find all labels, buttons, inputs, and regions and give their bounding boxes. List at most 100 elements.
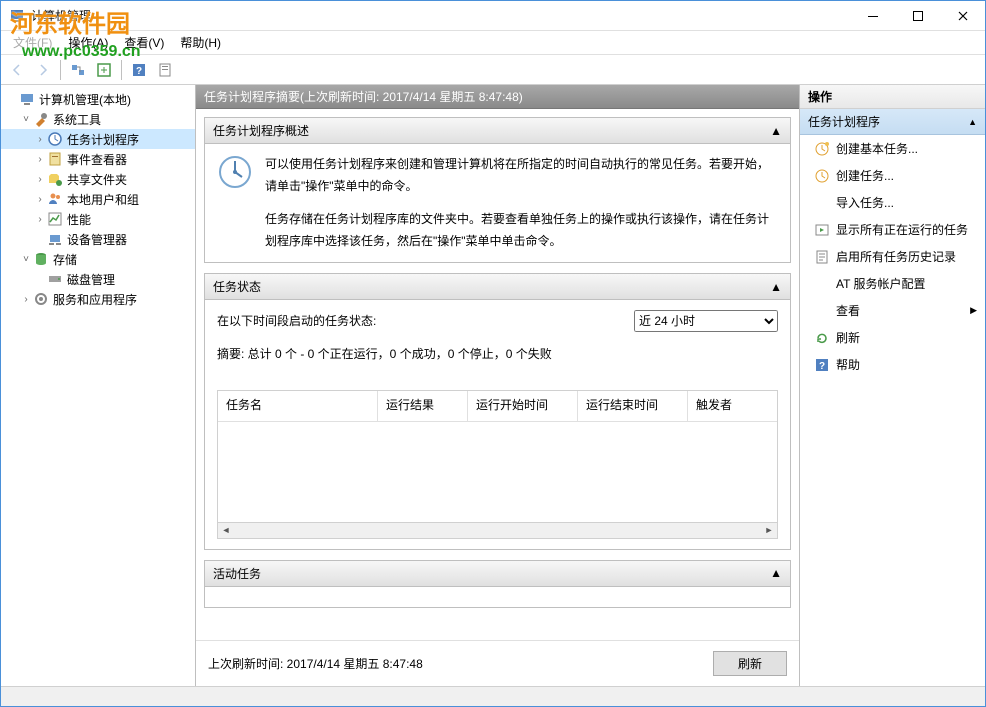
collapse-toggle[interactable]: ▲	[770, 280, 782, 294]
toolbar-help[interactable]: ?	[127, 58, 151, 82]
actions-group-header[interactable]: 任务计划程序 ▲	[800, 109, 985, 135]
tree-local-users[interactable]: › 本地用户和组	[1, 189, 195, 209]
tree-shared-folders[interactable]: › 共享文件夹	[1, 169, 195, 189]
action-view-submenu[interactable]: 查看 ▶	[800, 297, 985, 324]
collapse-toggle[interactable]: ▲	[770, 124, 782, 138]
status-range-select[interactable]: 近 24 小时	[634, 310, 778, 332]
status-title: 任务状态	[213, 278, 261, 295]
tree-device-manager[interactable]: 设备管理器	[1, 229, 195, 249]
collapse-toggle[interactable]: ▲	[770, 566, 782, 580]
action-create-basic-task[interactable]: 创建基本任务...	[800, 135, 985, 162]
share-icon	[47, 171, 63, 187]
action-refresh[interactable]: 刷新	[800, 324, 985, 351]
tree-root[interactable]: 计算机管理(本地)	[1, 89, 195, 109]
expand-icon[interactable]: ›	[33, 194, 47, 205]
blank-icon	[814, 303, 830, 319]
disk-icon	[47, 271, 63, 287]
users-icon	[47, 191, 63, 207]
action-label: 启用所有任务历史记录	[836, 248, 956, 265]
action-show-running[interactable]: 显示所有正在运行的任务	[800, 216, 985, 243]
tree-services-apps[interactable]: › 服务和应用程序	[1, 289, 195, 309]
status-summary: 摘要: 总计 0 个 - 0 个正在运行，0 个成功，0 个停止，0 个失败	[217, 344, 778, 366]
toolbar-refresh[interactable]	[92, 58, 116, 82]
storage-icon	[33, 251, 49, 267]
status-section: 任务状态 ▲ 在以下时间段启动的任务状态: 近 24 小时 摘要: 总计 0 个…	[204, 273, 791, 549]
action-at-config[interactable]: AT 服务帐户配置	[800, 270, 985, 297]
menu-file[interactable]: 文件(F)	[5, 31, 60, 54]
minimize-button[interactable]	[850, 1, 895, 31]
tree-shared-folders-label: 共享文件夹	[67, 171, 127, 188]
th-start[interactable]: 运行开始时间	[468, 391, 578, 421]
table-body[interactable]	[218, 422, 777, 522]
toolbar-separator	[60, 60, 61, 80]
tree-root-label: 计算机管理(本地)	[39, 91, 131, 108]
close-button[interactable]	[940, 1, 985, 31]
toolbar-connect[interactable]	[66, 58, 90, 82]
navigation-tree[interactable]: 计算机管理(本地) ˅ 系统工具 › 任务计划程序 › 事件查看器 › 共享文件…	[1, 85, 196, 686]
scroll-left-icon[interactable]: ◄	[218, 522, 234, 538]
menu-action[interactable]: 操作(A)	[60, 31, 116, 54]
refresh-button[interactable]: 刷新	[713, 651, 787, 676]
tree-storage-label: 存储	[53, 251, 77, 268]
tree-system-tools[interactable]: ˅ 系统工具	[1, 109, 195, 129]
active-tasks-section: 活动任务 ▲	[204, 560, 791, 608]
window-titlebar: 计算机管理	[1, 1, 985, 31]
action-enable-history[interactable]: 启用所有任务历史记录	[800, 243, 985, 270]
action-label: 创建基本任务...	[836, 140, 918, 157]
expand-icon[interactable]: ›	[33, 214, 47, 225]
collapse-toggle[interactable]: ▲	[968, 117, 977, 127]
collapse-icon[interactable]: ˅	[19, 114, 33, 125]
overview-text1: 可以使用任务计划程序来创建和管理计算机将在所指定的时间自动执行的常见任务。若要开…	[265, 154, 778, 197]
back-button[interactable]	[5, 58, 29, 82]
tree-device-manager-label: 设备管理器	[67, 231, 127, 248]
action-help[interactable]: ? 帮助	[800, 351, 985, 378]
forward-button[interactable]	[31, 58, 55, 82]
tree-storage[interactable]: ˅ 存储	[1, 249, 195, 269]
action-label: 显示所有正在运行的任务	[836, 221, 968, 238]
scroll-right-icon[interactable]: ►	[761, 522, 777, 538]
action-label: 刷新	[836, 329, 860, 346]
horizontal-scrollbar[interactable]: ◄ ►	[218, 522, 777, 538]
history-icon	[814, 249, 830, 265]
action-label: AT 服务帐户配置	[836, 275, 926, 292]
big-clock-icon	[217, 154, 253, 190]
tree-event-viewer[interactable]: › 事件查看器	[1, 149, 195, 169]
expand-icon[interactable]: ›	[33, 174, 47, 185]
device-icon	[47, 231, 63, 247]
expand-icon[interactable]: ›	[33, 154, 47, 165]
tree-disk-mgmt[interactable]: 磁盘管理	[1, 269, 195, 289]
footer-timestamp: 上次刷新时间: 2017/4/14 星期五 8:47:48	[208, 655, 423, 672]
th-end[interactable]: 运行结束时间	[578, 391, 688, 421]
action-create-task[interactable]: 创建任务...	[800, 162, 985, 189]
help-icon: ?	[814, 357, 830, 373]
tree-event-viewer-label: 事件查看器	[67, 151, 127, 168]
th-trigger[interactable]: 触发者	[688, 391, 777, 421]
running-icon	[814, 222, 830, 238]
action-import-task[interactable]: 导入任务...	[800, 189, 985, 216]
svg-text:?: ?	[819, 361, 825, 372]
clock-icon	[47, 131, 63, 147]
collapse-icon[interactable]: ˅	[19, 254, 33, 265]
menu-help[interactable]: 帮助(H)	[172, 31, 229, 54]
blank-icon	[814, 276, 830, 292]
tree-services-apps-label: 服务和应用程序	[53, 291, 137, 308]
tree-disk-mgmt-label: 磁盘管理	[67, 271, 115, 288]
expand-icon[interactable]: ›	[33, 134, 47, 145]
tree-task-scheduler-label: 任务计划程序	[67, 131, 139, 148]
event-icon	[47, 151, 63, 167]
computer-icon	[19, 91, 35, 107]
blank-icon	[814, 195, 830, 211]
menu-view[interactable]: 查看(V)	[116, 31, 172, 54]
tools-icon	[33, 111, 49, 127]
maximize-button[interactable]	[895, 1, 940, 31]
toolbar-properties[interactable]	[153, 58, 177, 82]
tree-task-scheduler[interactable]: › 任务计划程序	[1, 129, 195, 149]
app-icon	[9, 8, 25, 24]
actions-pane: 操作 任务计划程序 ▲ 创建基本任务... 创建任务... 导入任务... 显示…	[800, 85, 985, 686]
perf-icon	[47, 211, 63, 227]
tree-performance[interactable]: › 性能	[1, 209, 195, 229]
expand-icon[interactable]: ›	[19, 294, 33, 305]
submenu-arrow-icon: ▶	[970, 305, 977, 316]
th-name[interactable]: 任务名	[218, 391, 378, 421]
th-result[interactable]: 运行结果	[378, 391, 468, 421]
